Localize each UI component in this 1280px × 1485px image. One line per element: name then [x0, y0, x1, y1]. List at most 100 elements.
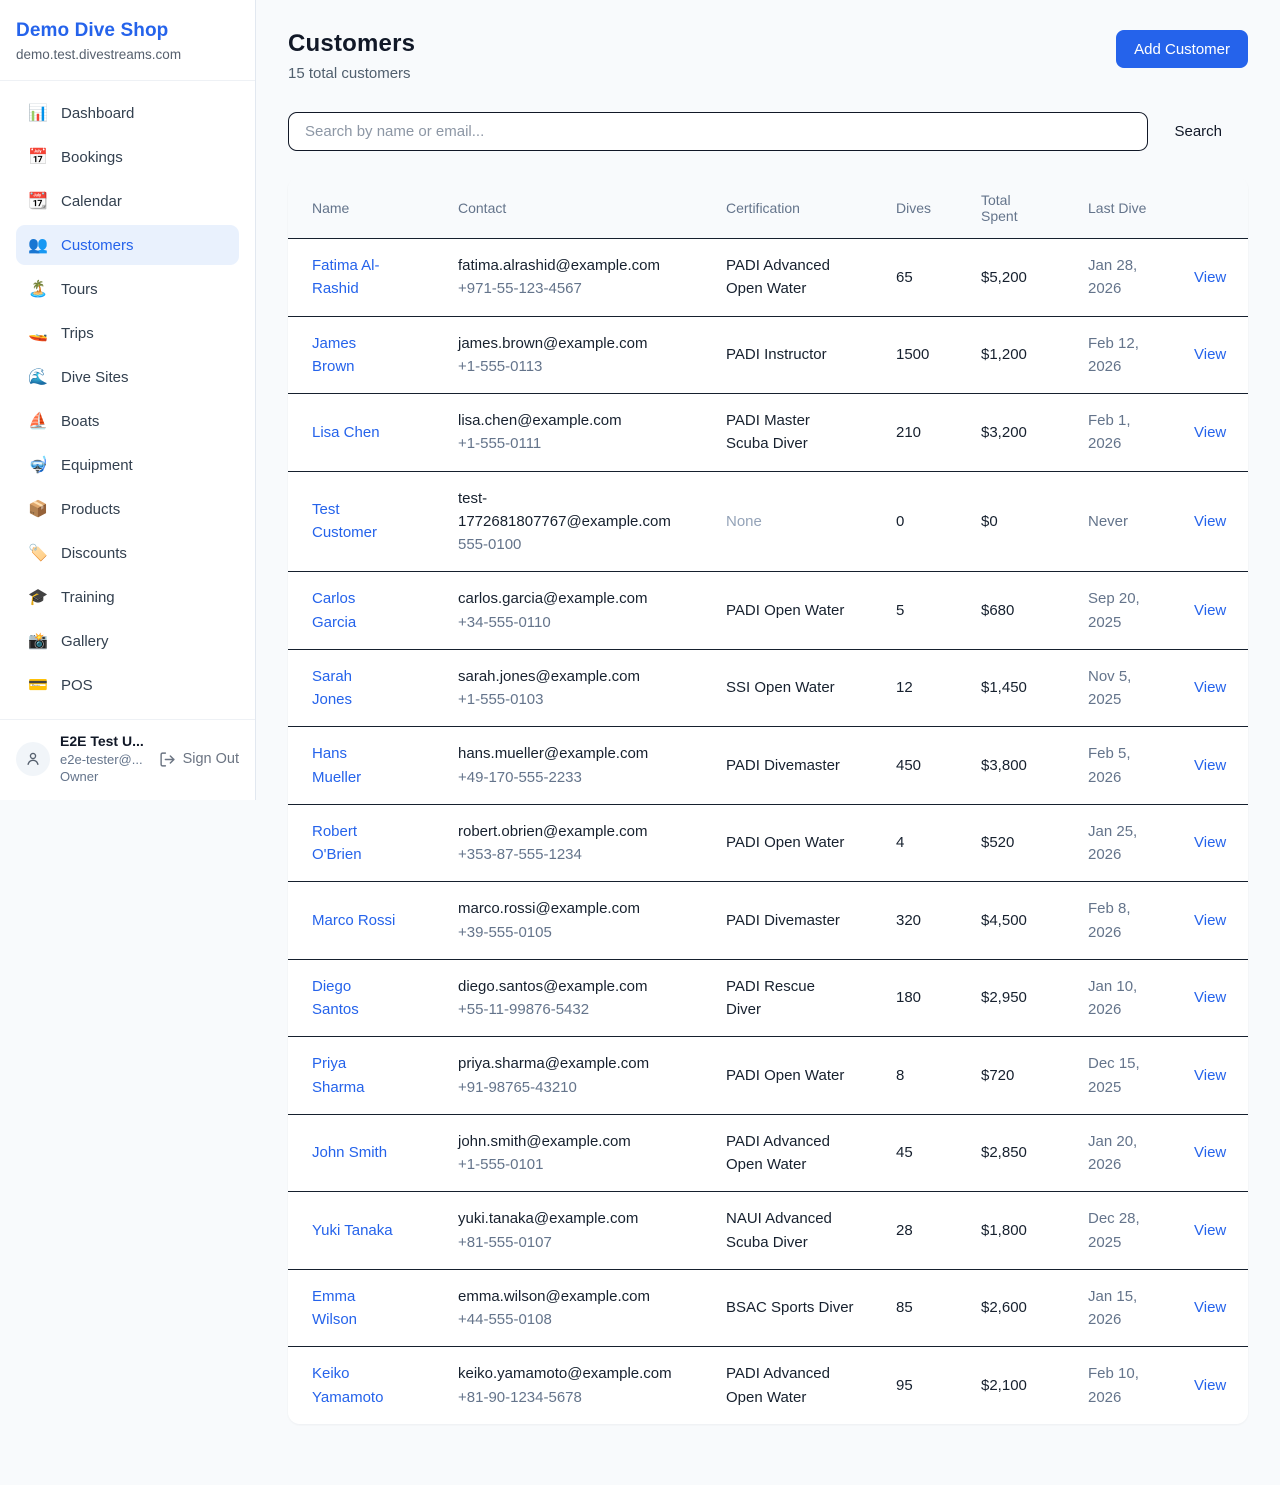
customer-name-link[interactable]: Lisa Chen: [312, 424, 380, 441]
table-row: Test Customer test-1772681807767@example…: [288, 472, 1248, 573]
customer-name-link[interactable]: Sarah Jones: [312, 668, 352, 708]
sidebar-item-dashboard[interactable]: 📊 Dashboard: [16, 93, 239, 133]
table-row: Emma Wilson emma.wilson@example.com +44-…: [288, 1270, 1248, 1348]
view-customer-link[interactable]: View: [1194, 912, 1226, 929]
view-customer-link[interactable]: View: [1194, 513, 1226, 530]
customer-name-link[interactable]: Yuki Tanaka: [312, 1222, 393, 1239]
customer-phone: +55-11-99876-5432: [458, 998, 684, 1021]
view-customer-link[interactable]: View: [1194, 602, 1226, 619]
sidebar-item-discounts[interactable]: 🏷️ Discounts: [16, 533, 239, 573]
customer-dives: 8: [872, 1037, 957, 1115]
customer-name-link[interactable]: Robert O'Brien: [312, 823, 362, 863]
view-customer-link[interactable]: View: [1194, 1377, 1226, 1394]
view-customer-link[interactable]: View: [1194, 834, 1226, 851]
view-customer-link[interactable]: View: [1194, 1144, 1226, 1161]
customer-last-dive: Jan 15, 2026: [1064, 1270, 1170, 1348]
view-customer-link[interactable]: View: [1194, 679, 1226, 696]
view-customer-link[interactable]: View: [1194, 346, 1226, 363]
customer-certification: PADI Instructor: [726, 346, 827, 363]
customer-name-link[interactable]: Carlos Garcia: [312, 590, 356, 630]
customer-certification: PADI Divemaster: [726, 912, 840, 929]
view-customer-link[interactable]: View: [1194, 269, 1226, 286]
shop-domain: demo.test.divestreams.com: [16, 47, 239, 62]
sidebar-item-label: Equipment: [61, 457, 133, 474]
customer-dives: 210: [872, 394, 957, 472]
customer-name-link[interactable]: Fatima Al-Rashid: [312, 257, 380, 297]
table-row: Hans Mueller hans.mueller@example.com +4…: [288, 727, 1248, 805]
sailboat-icon: ⛵: [28, 411, 48, 431]
customers-table: Name Contact Certification Dives Total S…: [288, 177, 1248, 1424]
sidebar-item-calendar[interactable]: 📆 Calendar: [16, 181, 239, 221]
view-customer-link[interactable]: View: [1194, 989, 1226, 1006]
customer-name-link[interactable]: James Brown: [312, 335, 356, 375]
customer-name-link[interactable]: Priya Sharma: [312, 1055, 365, 1095]
customer-dives: 12: [872, 650, 957, 728]
wave-icon: 🌊: [28, 367, 48, 387]
sidebar-item-dive-sites[interactable]: 🌊 Dive Sites: [16, 357, 239, 397]
sidebar-item-label: Bookings: [61, 149, 123, 166]
customer-certification: PADI Open Water: [726, 602, 844, 619]
user-name: E2E Test U...: [60, 732, 149, 751]
customer-last-dive: Feb 8, 2026: [1064, 882, 1170, 960]
sidebar-item-trips[interactable]: 🚤 Trips: [16, 313, 239, 353]
view-customer-link[interactable]: View: [1194, 1222, 1226, 1239]
customer-total-spent: $2,850: [957, 1115, 1064, 1193]
customer-last-dive: Jan 25, 2026: [1064, 805, 1170, 883]
customer-phone: +44-555-0108: [458, 1308, 684, 1331]
customer-phone: +353-87-555-1234: [458, 843, 684, 866]
table-row: Fatima Al-Rashid fatima.alrashid@example…: [288, 239, 1248, 317]
customer-name-link[interactable]: Diego Santos: [312, 978, 359, 1018]
column-header-name: Name: [288, 177, 434, 239]
graduation-cap-icon: 🎓: [28, 587, 48, 607]
sidebar-item-bookings[interactable]: 📅 Bookings: [16, 137, 239, 177]
sidebar-item-products[interactable]: 📦 Products: [16, 489, 239, 529]
table-row: John Smith john.smith@example.com +1-555…: [288, 1115, 1248, 1193]
sidebar-item-boats[interactable]: ⛵ Boats: [16, 401, 239, 441]
customer-dives: 450: [872, 727, 957, 805]
view-customer-link[interactable]: View: [1194, 424, 1226, 441]
avatar: [16, 742, 50, 776]
sidebar-item-gallery[interactable]: 📸 Gallery: [16, 621, 239, 661]
customer-last-dive: Jan 10, 2026: [1064, 960, 1170, 1038]
customer-total-spent: $5,200: [957, 239, 1064, 317]
customer-name-link[interactable]: John Smith: [312, 1144, 387, 1161]
search-button[interactable]: Search: [1148, 123, 1248, 140]
customer-name-link[interactable]: Emma Wilson: [312, 1288, 357, 1328]
sidebar-item-tours[interactable]: 🏝️ Tours: [16, 269, 239, 309]
shop-name: Demo Dive Shop: [16, 20, 239, 42]
customer-dives: 1500: [872, 317, 957, 395]
customer-name-link[interactable]: Test Customer: [312, 501, 377, 541]
customer-phone: +39-555-0105: [458, 921, 684, 944]
sign-out-button[interactable]: Sign Out: [159, 751, 239, 768]
table-row: Yuki Tanaka yuki.tanaka@example.com +81-…: [288, 1192, 1248, 1270]
customer-last-dive: Feb 1, 2026: [1064, 394, 1170, 472]
user-info: E2E Test U... e2e-tester@... Owner: [60, 732, 149, 786]
customer-phone: +1-555-0111: [458, 432, 684, 455]
add-customer-button[interactable]: Add Customer: [1116, 30, 1248, 68]
camera-flash-icon: 📸: [28, 631, 48, 651]
sidebar-item-label: POS: [61, 677, 93, 694]
view-customer-link[interactable]: View: [1194, 1299, 1226, 1316]
customer-name-link[interactable]: Keiko Yamamoto: [312, 1365, 383, 1405]
view-customer-link[interactable]: View: [1194, 1067, 1226, 1084]
customer-last-dive: Jan 20, 2026: [1064, 1115, 1170, 1193]
customer-certification: PADI Master Scuba Diver: [726, 412, 810, 452]
customer-phone: 555-0100: [458, 533, 684, 556]
customer-phone: +1-555-0101: [458, 1153, 684, 1176]
user-role: Owner: [60, 768, 149, 786]
sidebar-nav: 📊 Dashboard 📅 Bookings 📆 Calendar 👥 Cust…: [0, 81, 255, 719]
customer-total-spent: $1,800: [957, 1192, 1064, 1270]
customer-phone: +971-55-123-4567: [458, 277, 684, 300]
sidebar-item-training[interactable]: 🎓 Training: [16, 577, 239, 617]
search-input[interactable]: [288, 112, 1148, 151]
customer-name-link[interactable]: Hans Mueller: [312, 745, 361, 785]
customer-last-dive: Sep 20, 2025: [1064, 572, 1170, 650]
sidebar-item-equipment[interactable]: 🤿 Equipment: [16, 445, 239, 485]
view-customer-link[interactable]: View: [1194, 757, 1226, 774]
customer-total-spent: $0: [957, 472, 1064, 573]
sidebar-item-pos[interactable]: 💳 POS: [16, 665, 239, 705]
customer-certification: PADI Open Water: [726, 834, 844, 851]
bar-chart-icon: 📊: [28, 103, 48, 123]
customer-name-link[interactable]: Marco Rossi: [312, 912, 395, 929]
sidebar-item-customers[interactable]: 👥 Customers: [16, 225, 239, 265]
